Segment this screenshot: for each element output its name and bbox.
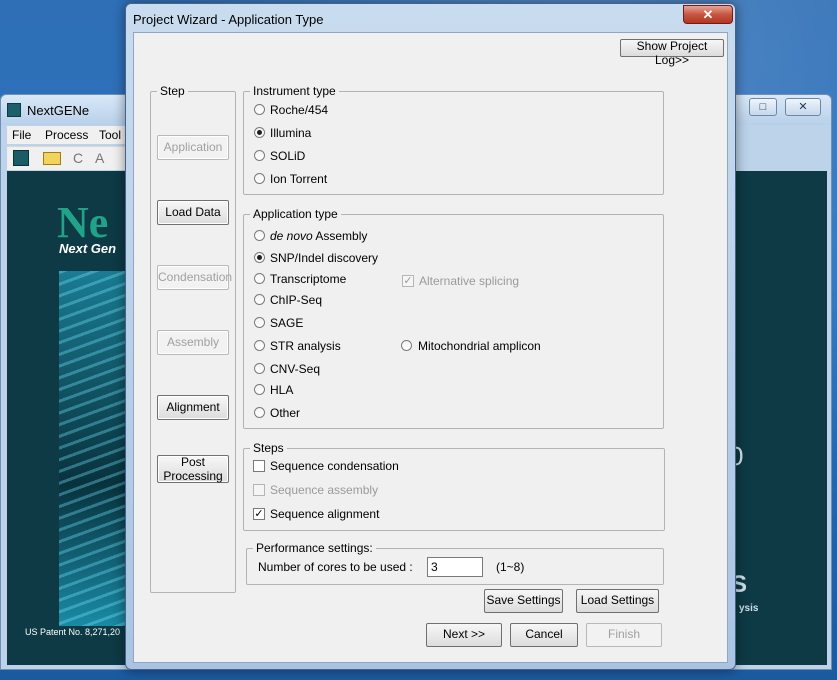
sequence-alignment-label: Sequence alignment — [270, 507, 380, 521]
cores-range: (1~8) — [496, 560, 525, 574]
step-alignment-button[interactable]: Alignment — [157, 395, 229, 420]
mitochondrial-amplicon-label: Mitochondrial amplicon — [418, 339, 541, 353]
cnv-seq-label: CNV-Seq — [270, 362, 321, 376]
de-novo-assembly-text: Assembly — [315, 229, 368, 243]
alternative-splicing-label: Alternative splicing — [419, 274, 520, 288]
nextgene-menubar: File Process Tool — [7, 126, 129, 144]
sequence-alignment-checkbox[interactable]: ✓ — [253, 508, 265, 520]
alternative-splicing-checkbox[interactable]: ✓ — [402, 275, 414, 287]
de-novo-italic-text: de novo — [270, 229, 313, 243]
ion-torrent-label: Ion Torrent — [270, 172, 328, 186]
de-novo-radio[interactable] — [254, 230, 265, 241]
str-analysis-label: STR analysis — [270, 339, 341, 353]
menu-process[interactable]: Process — [45, 128, 88, 142]
step-load-data-button[interactable]: Load Data — [157, 200, 229, 225]
dialog-title: Project Wizard - Application Type — [133, 12, 324, 27]
menu-file[interactable]: File — [12, 128, 31, 142]
application-type-label: Application type — [250, 207, 341, 221]
solid-label: SOLiD — [270, 149, 306, 163]
step-condensation-button[interactable]: Condensation — [157, 265, 232, 290]
splash-patent: US Patent No. 8,271,20 — [25, 627, 121, 637]
hla-radio[interactable] — [254, 384, 265, 395]
splash-company-sub: ysis — [739, 603, 759, 614]
performance-settings-label: Performance settings: — [253, 541, 376, 555]
sage-label: SAGE — [270, 316, 304, 330]
menu-tools[interactable]: Tool — [99, 128, 121, 142]
str-analysis-radio[interactable] — [254, 340, 265, 351]
solid-radio[interactable] — [254, 150, 265, 161]
roche-radio[interactable] — [254, 104, 265, 115]
mitochondrial-amplicon-radio[interactable] — [401, 340, 412, 351]
nextgene-title: NextGENe — [27, 103, 90, 118]
roche-label: Roche/454 — [270, 103, 329, 117]
assemble-icon[interactable]: A — [95, 150, 104, 166]
save-settings-button[interactable]: Save Settings — [484, 589, 563, 613]
application-type-group: Application type — [243, 207, 664, 429]
ion-torrent-radio[interactable] — [254, 173, 265, 184]
project-wizard-icon[interactable] — [13, 150, 29, 166]
transcriptome-radio[interactable] — [254, 273, 265, 284]
nextgene-app-icon — [7, 103, 21, 117]
hla-label: HLA — [270, 383, 294, 397]
project-wizard-dialog: Project Wizard - Application Type ✕ Show… — [125, 3, 736, 670]
de-novo-label: de novo Assembly — [270, 229, 367, 243]
load-settings-button[interactable]: Load Settings — [576, 589, 659, 613]
chip-seq-radio[interactable] — [254, 294, 265, 305]
step-group-label: Step — [157, 84, 188, 98]
illumina-radio[interactable] — [254, 127, 265, 138]
illumina-label: Illumina — [270, 126, 312, 140]
instrument-type-label: Instrument type — [250, 84, 339, 98]
dialog-close-button[interactable]: ✕ — [683, 5, 733, 24]
folder-open-icon[interactable] — [43, 152, 61, 165]
step-assembly-button[interactable]: Assembly — [157, 330, 229, 355]
cores-input[interactable] — [427, 557, 483, 577]
snp-indel-label: SNP/Indel discovery — [270, 251, 379, 265]
other-label: Other — [270, 406, 301, 420]
next-button[interactable]: Next >> — [426, 623, 502, 647]
condense-icon[interactable]: C — [73, 150, 83, 166]
other-radio[interactable] — [254, 407, 265, 418]
transcriptome-label: Transcriptome — [270, 272, 347, 286]
cores-label: Number of cores to be used : — [258, 560, 413, 574]
sequence-assembly-label: Sequence assembly — [270, 483, 379, 497]
dialog-client-area: Show Project Log>> Step Application Load… — [133, 32, 728, 663]
show-project-log-button[interactable]: Show Project Log>> — [620, 39, 724, 67]
steps-group-label: Steps — [250, 441, 287, 455]
cancel-button[interactable]: Cancel — [510, 623, 578, 647]
finish-button[interactable]: Finish — [586, 623, 662, 647]
splash-dna-art — [59, 271, 129, 626]
chip-seq-label: ChIP-Seq — [270, 293, 323, 307]
sequence-condensation-label: Sequence condensation — [270, 459, 399, 473]
step-application-button[interactable]: Application — [157, 135, 229, 160]
sequence-assembly-checkbox[interactable] — [253, 484, 265, 496]
maximize-button[interactable]: □ — [749, 98, 777, 116]
nextgene-toolbar: C A — [7, 146, 129, 170]
snp-indel-radio[interactable] — [254, 252, 265, 263]
close-button[interactable]: ✕ — [785, 98, 821, 116]
cnv-seq-radio[interactable] — [254, 363, 265, 374]
sequence-condensation-checkbox[interactable] — [253, 460, 265, 472]
step-post-processing-button[interactable]: Post Processing — [157, 455, 229, 483]
sage-radio[interactable] — [254, 317, 265, 328]
splash-tagline: Next Gen — [59, 241, 117, 256]
